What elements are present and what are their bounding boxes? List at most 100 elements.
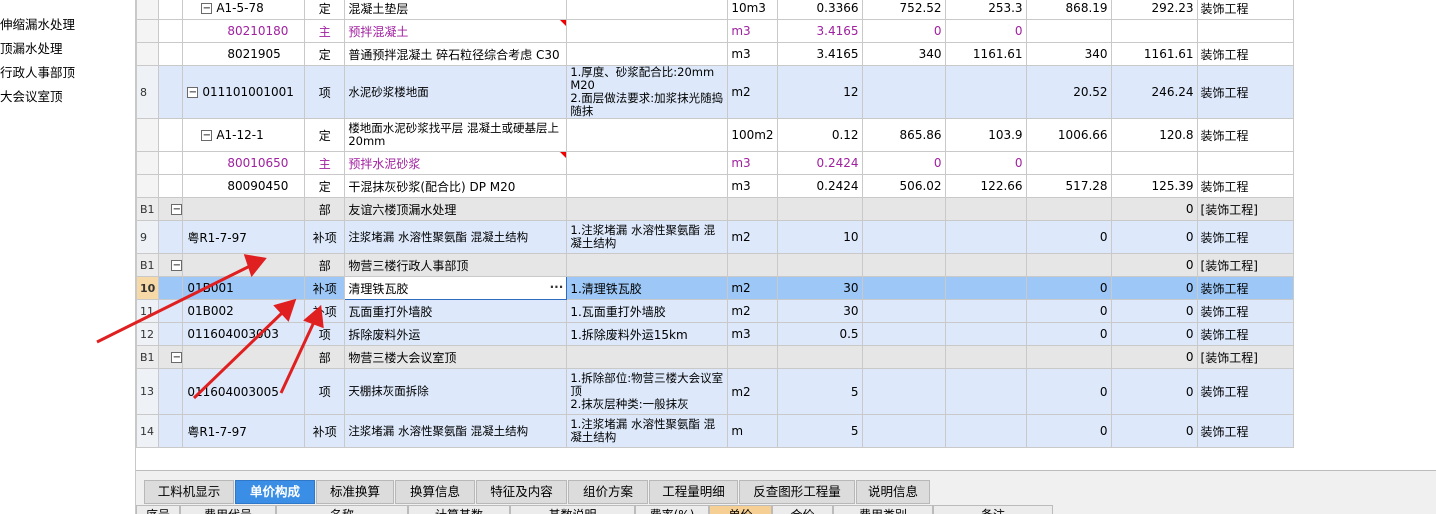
name-cell[interactable]: 瓦面重打外墙胶 (344, 299, 568, 323)
table-row[interactable]: 12 011604003003 项 拆除废料外运 1.拆除废料外运15km m3 0.5 0 0… (136, 322, 1374, 346)
table-row[interactable]: 80090450 定 干混抹灰砂浆(配合比) DP M20 m3 0.2424 506.0… (136, 174, 1374, 198)
amount-cell[interactable]: 103.9 (944, 118, 1027, 152)
name-cell[interactable]: 物营三楼大会议室顶 (344, 345, 568, 369)
type-cell[interactable]: 项 (304, 368, 346, 415)
code-cell[interactable] (182, 197, 306, 221)
unit-cell[interactable]: m3 (727, 322, 778, 346)
name-cell[interactable]: 普通预拌混凝土 碎石粒径综合考虑 C30 (344, 42, 568, 66)
unit-cell[interactable]: 10m3 (727, 0, 778, 20)
quantity-cell[interactable]: 0.3366 (776, 0, 863, 20)
category-cell[interactable]: 装饰工程 (1196, 276, 1294, 300)
quantity-cell[interactable]: 0.2424 (776, 151, 863, 175)
category-cell[interactable] (1196, 151, 1294, 175)
comp-amount-cell[interactable]: 246.24 (1110, 65, 1198, 119)
comp-amount-cell[interactable]: 0 (1110, 322, 1198, 346)
comp-amount-cell[interactable] (1110, 151, 1198, 175)
amount-cell[interactable] (944, 345, 1027, 369)
amount-cell[interactable] (944, 276, 1027, 300)
quantity-cell[interactable]: 30 (776, 276, 863, 300)
table-row[interactable]: 10 01B001 补项 ··· 清理铁瓦胶 1.清理铁瓦胶 m2 30 0 0 装饰工程 (136, 276, 1374, 300)
collapse-toggle-icon[interactable]: − (171, 260, 183, 271)
name-cell[interactable]: 注浆堵漏 水溶性聚氨酯 混凝土结构 (344, 220, 568, 254)
comp-amount-cell[interactable]: 0 (1110, 197, 1198, 221)
feature-cell[interactable]: 1.注浆堵漏 水溶性聚氨酯 混凝土结构 (566, 220, 729, 254)
feature-cell[interactable] (566, 345, 729, 369)
code-cell[interactable]: − A1-12-1 (182, 118, 306, 152)
amount-cell[interactable] (944, 322, 1027, 346)
comp-price-cell[interactable]: 340 (1025, 42, 1112, 66)
price-cell[interactable] (861, 197, 946, 221)
feature-cell[interactable] (566, 151, 729, 175)
category-cell[interactable] (1196, 19, 1294, 43)
code-cell[interactable]: −011101001001 (182, 65, 306, 119)
feature-cell[interactable]: 1.厚度、砂浆配合比:20mm M20 2.面层做法要求:加浆抹光随捣随抹 (566, 65, 729, 119)
feature-cell[interactable]: 1.清理铁瓦胶 (566, 276, 729, 300)
name-cell[interactable]: 天棚抹灰面拆除 (344, 368, 568, 415)
type-cell[interactable]: 主 (304, 151, 346, 175)
amount-cell[interactable]: 0 (944, 19, 1027, 43)
collapse-toggle-icon[interactable]: − (171, 352, 183, 363)
quantity-cell[interactable] (776, 197, 863, 221)
unit-cell[interactable]: m2 (727, 65, 778, 119)
quantity-cell[interactable] (776, 253, 863, 277)
quantity-cell[interactable]: 0.2424 (776, 174, 863, 198)
category-cell[interactable]: 装饰工程 (1196, 0, 1294, 20)
comp-price-cell[interactable] (1025, 345, 1112, 369)
category-cell[interactable]: 装饰工程 (1196, 322, 1294, 346)
name-cell[interactable]: 混凝土垫层 (344, 0, 568, 20)
type-cell[interactable]: 项 (304, 65, 346, 119)
comp-price-cell[interactable]: 0 (1025, 220, 1112, 254)
comp-price-cell[interactable]: 517.28 (1025, 174, 1112, 198)
comp-amount-cell[interactable]: 292.23 (1110, 0, 1198, 20)
tab-2[interactable]: 单价构成 (235, 480, 315, 504)
comp-amount-cell[interactable]: 0 (1110, 220, 1198, 254)
type-cell[interactable]: 部 (304, 253, 346, 277)
table-row[interactable]: 80010650 主 预拌水泥砂浆 m3 0.2424 0 0 (136, 151, 1374, 175)
name-cell[interactable]: 楼地面水泥砂浆找平层 混凝土或硬基层上 20mm (344, 118, 568, 152)
price-cell[interactable] (861, 368, 946, 415)
code-cell[interactable] (182, 345, 306, 369)
collapse-toggle-icon[interactable]: − (201, 130, 213, 141)
tab-3[interactable]: 标准换算 (316, 480, 394, 504)
name-cell[interactable]: ··· 清理铁瓦胶 (344, 276, 568, 300)
feature-cell[interactable] (566, 19, 729, 43)
name-cell[interactable]: 干混抹灰砂浆(配合比) DP M20 (344, 174, 568, 198)
table-row[interactable]: B1− 部 友谊六楼顶漏水处理 0 [装饰工程] (136, 197, 1374, 221)
type-cell[interactable]: 定 (304, 174, 346, 198)
amount-cell[interactable] (944, 253, 1027, 277)
type-cell[interactable]: 补项 (304, 220, 346, 254)
quantity-cell[interactable]: 3.4165 (776, 42, 863, 66)
unit-cell[interactable] (727, 345, 778, 369)
comp-price-cell[interactable]: 0 (1025, 414, 1112, 448)
unit-cell[interactable]: m2 (727, 299, 778, 323)
comp-price-cell[interactable] (1025, 19, 1112, 43)
amount-cell[interactable] (944, 197, 1027, 221)
price-cell[interactable] (861, 322, 946, 346)
amount-cell[interactable]: 0 (944, 151, 1027, 175)
code-cell[interactable] (182, 253, 306, 277)
unit-cell[interactable]: 100m2 (727, 118, 778, 152)
unit-cell[interactable]: m2 (727, 276, 778, 300)
comp-price-cell[interactable]: 20.52 (1025, 65, 1112, 119)
code-cell[interactable]: 8021905 (182, 42, 306, 66)
quantity-cell[interactable]: 5 (776, 368, 863, 415)
comp-amount-cell[interactable]: 0 (1110, 345, 1198, 369)
code-cell[interactable]: 粤R1-7-97 (182, 414, 306, 448)
name-cell[interactable]: 注浆堵漏 水溶性聚氨酯 混凝土结构 (344, 414, 568, 448)
comp-price-cell[interactable]: 868.19 (1025, 0, 1112, 20)
comp-amount-cell[interactable]: 0 (1110, 414, 1198, 448)
comp-amount-cell[interactable]: 1161.61 (1110, 42, 1198, 66)
feature-cell[interactable] (566, 174, 729, 198)
price-cell[interactable]: 0 (861, 19, 946, 43)
tab-1[interactable]: 工料机显示 (144, 480, 234, 504)
unit-cell[interactable]: m3 (727, 174, 778, 198)
more-button[interactable]: ··· (550, 280, 564, 294)
name-cell[interactable]: 物营三楼行政人事部顶 (344, 253, 568, 277)
feature-cell[interactable] (566, 197, 729, 221)
code-cell[interactable]: 80210180 (182, 19, 306, 43)
tab-7[interactable]: 工程量明细 (649, 480, 738, 504)
category-cell[interactable]: [装饰工程] (1196, 345, 1294, 369)
code-cell[interactable]: 01B002 (182, 299, 306, 323)
code-cell[interactable]: 80010650 (182, 151, 306, 175)
feature-cell[interactable] (566, 253, 729, 277)
